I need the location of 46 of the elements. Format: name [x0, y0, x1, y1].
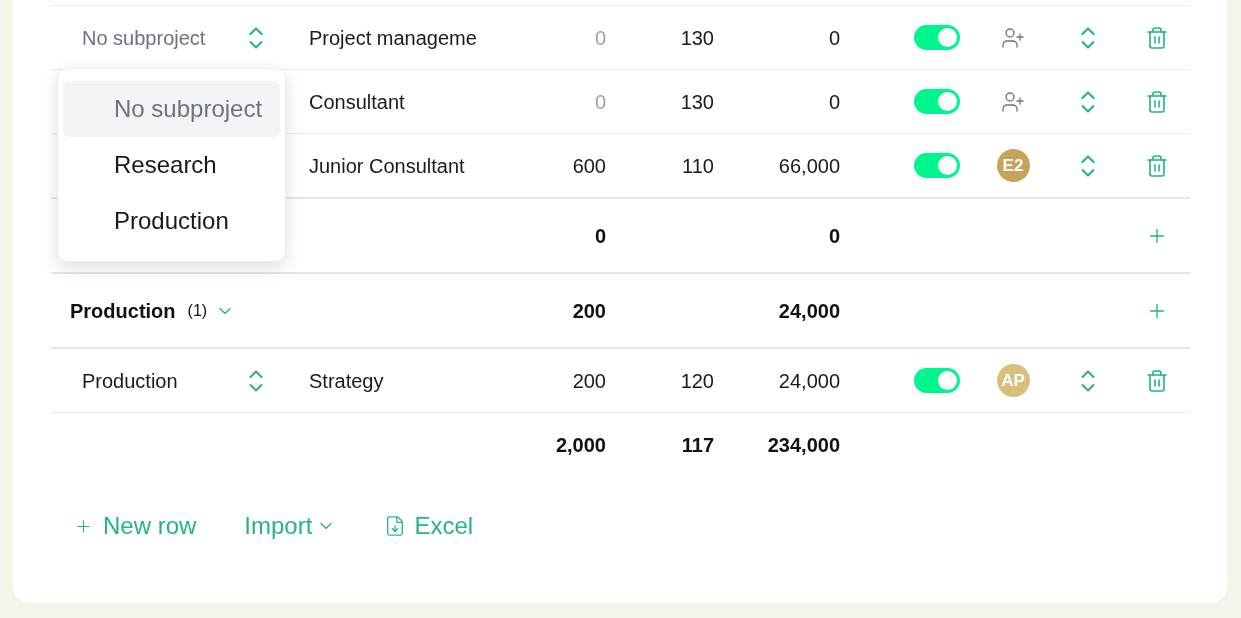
total-hours: 2,000	[555, 434, 606, 456]
rate-value[interactable]: 130	[680, 90, 714, 113]
amount-value: 0	[828, 90, 840, 113]
updown-chevron-icon[interactable]	[1080, 26, 1095, 49]
group-hours-total: 0	[594, 224, 606, 247]
role-text[interactable]: Junior Consultant	[309, 154, 465, 177]
add-user-icon[interactable]	[1001, 25, 1025, 50]
amount-value: 66,000	[778, 154, 840, 177]
toggle-switch[interactable]	[914, 153, 960, 178]
group-name: Production	[70, 298, 176, 324]
updown-chevron-icon[interactable]	[1080, 369, 1095, 392]
subproject-select[interactable]: Production	[82, 365, 263, 396]
rate-value[interactable]: 120	[680, 369, 714, 392]
role-text[interactable]: Consultant	[309, 90, 405, 113]
user-avatar: E2	[996, 149, 1030, 182]
toggle-switch[interactable]	[914, 25, 960, 50]
group-amount-total: 24,000	[778, 299, 840, 322]
toggle-switch[interactable]	[914, 368, 960, 393]
amount-value: 24,000	[778, 369, 840, 392]
trash-icon[interactable]	[1145, 368, 1169, 393]
dropdown-option[interactable]: Research	[63, 137, 280, 193]
hours-value[interactable]: 600	[572, 154, 606, 177]
rate-value[interactable]: 110	[682, 154, 714, 177]
role-text[interactable]: Project manageme	[309, 26, 477, 49]
group-count: (1)	[187, 300, 208, 321]
amount-value: 0	[828, 26, 840, 49]
updown-chevron-icon[interactable]	[249, 26, 263, 49]
rate-value[interactable]: 130	[680, 26, 714, 49]
user-avatar: AP	[996, 364, 1030, 397]
updown-chevron-icon[interactable]	[249, 369, 263, 392]
average-rate: 117	[681, 434, 714, 456]
updown-chevron-icon[interactable]	[1080, 90, 1095, 113]
add-user-icon[interactable]	[1001, 89, 1025, 114]
dropdown-option[interactable]: Production	[63, 193, 280, 249]
toggle-switch[interactable]	[914, 89, 960, 114]
hours-value[interactable]: 200	[572, 369, 606, 392]
group-amount-total: 0	[828, 224, 840, 247]
role-text[interactable]: Strategy	[309, 369, 384, 392]
updown-chevron-icon[interactable]	[1080, 154, 1095, 177]
total-amount: 234,000	[767, 434, 840, 456]
group-hours-total: 200	[572, 299, 606, 322]
trash-icon[interactable]	[1145, 153, 1169, 178]
subproject-select[interactable]: No subproject	[82, 22, 263, 53]
trash-icon[interactable]	[1145, 89, 1169, 114]
trash-icon[interactable]	[1145, 25, 1169, 50]
dropdown-option[interactable]: No subproject	[63, 81, 280, 137]
